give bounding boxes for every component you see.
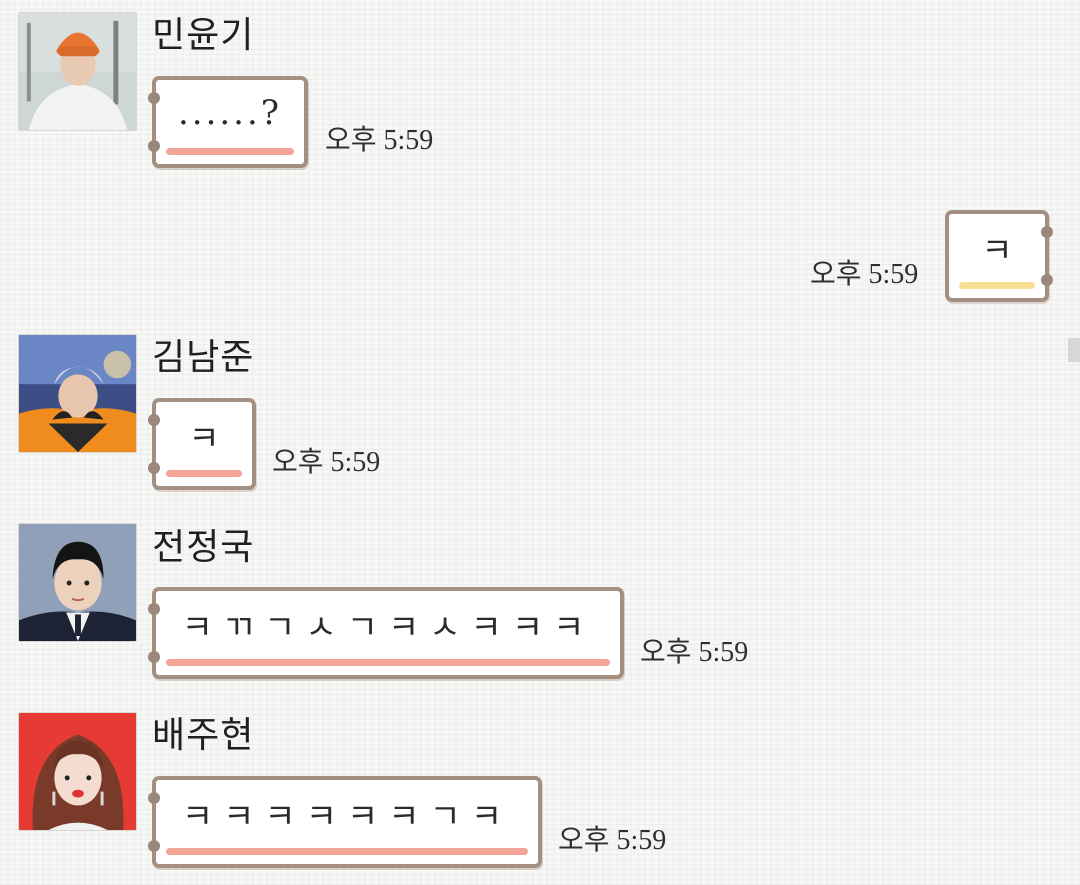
orange-beanie-avatar-icon bbox=[19, 13, 136, 130]
message-time: 오후 5:59 bbox=[810, 259, 919, 290]
sender-name: 김남준 bbox=[152, 337, 255, 378]
message-text: ......? bbox=[177, 93, 283, 133]
message-bubble[interactable]: ㅋㅋㅋㅋㅋㅋㄱㅋ bbox=[148, 776, 542, 868]
message-underline bbox=[166, 848, 528, 855]
message-bubble[interactable]: ......? bbox=[148, 76, 308, 168]
message-text: ㅋ bbox=[188, 418, 220, 459]
message-text: ㅋ bbox=[981, 230, 1013, 271]
message-underline bbox=[166, 470, 242, 477]
message-bubble[interactable]: ㅋㄲㄱㅅㄱㅋㅅㅋㅋㅋ bbox=[148, 587, 624, 679]
avatar-jeon-jungkook[interactable] bbox=[18, 523, 137, 642]
message-underline bbox=[166, 148, 294, 155]
sender-name: 배주현 bbox=[152, 715, 255, 756]
red-background-avatar-icon bbox=[19, 713, 136, 830]
message-bubble-outgoing[interactable]: ㅋ bbox=[945, 210, 1053, 302]
sender-name: 전정국 bbox=[152, 527, 255, 568]
orange-jacket-avatar-icon bbox=[19, 335, 136, 452]
suit-avatar-icon bbox=[19, 524, 136, 641]
message-time: 오후 5:59 bbox=[640, 637, 749, 668]
message-underline bbox=[166, 659, 610, 666]
message-bubble[interactable]: ㅋ bbox=[148, 398, 256, 490]
avatar-bae-joohyun[interactable] bbox=[18, 712, 137, 831]
message-text: ㅋㄲㄱㅅㄱㅋㅅㅋㅋㅋ bbox=[181, 607, 595, 648]
chat-area[interactable]: 민윤기 ......? 오후 5:59 오후 5:59 ㅋ 김남준 ㅋ 오후 5… bbox=[0, 0, 1080, 885]
message-time: 오후 5:59 bbox=[325, 125, 434, 156]
message-time: 오후 5:59 bbox=[272, 447, 381, 478]
avatar-kim-namjoon[interactable] bbox=[18, 334, 137, 453]
message-text: ㅋㅋㅋㅋㅋㅋㄱㅋ bbox=[181, 796, 513, 837]
avatar-min-yoongi[interactable] bbox=[18, 12, 137, 131]
message-underline bbox=[959, 282, 1035, 289]
sender-name: 민윤기 bbox=[152, 15, 255, 56]
scrollbar-thumb[interactable] bbox=[1068, 338, 1080, 362]
message-time: 오후 5:59 bbox=[558, 825, 667, 856]
